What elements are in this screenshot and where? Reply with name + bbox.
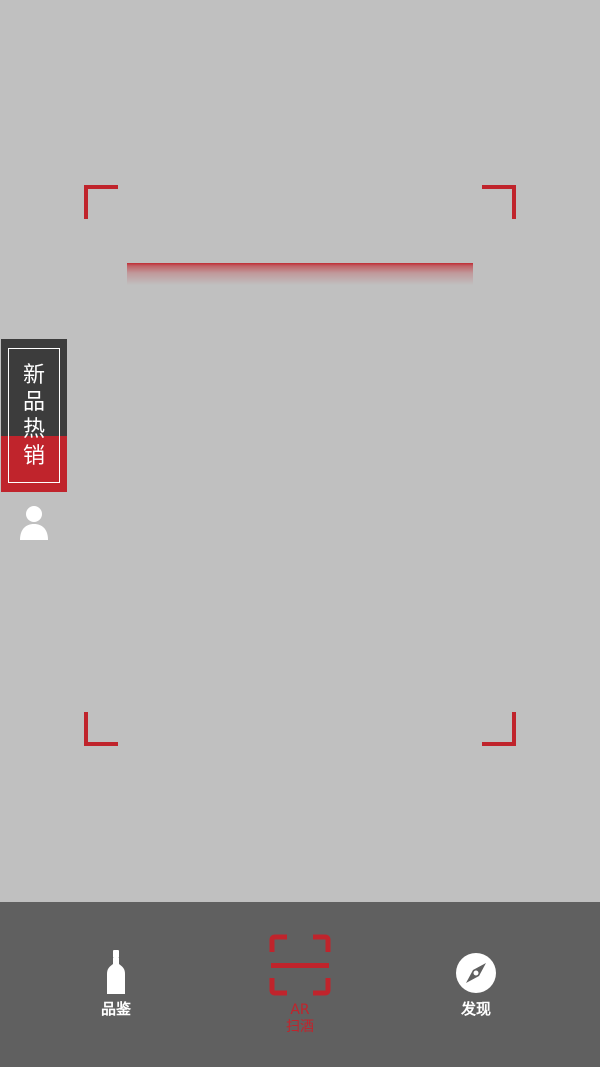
scan-icon [269, 934, 331, 996]
tab-ar-label: AR 扫酒 [255, 1002, 345, 1036]
tab-ar-label-line2: 扫酒 [286, 1019, 314, 1035]
scan-frame-corner-bottom-right [482, 712, 516, 746]
bottle-icon [107, 950, 125, 994]
scan-frame-corner-bottom-left [84, 712, 118, 746]
tab-ar-scan[interactable]: AR 扫酒 [255, 934, 345, 1036]
tab-ar-label-line1: AR [290, 1002, 310, 1018]
user-profile-icon[interactable] [18, 505, 50, 541]
tab-faxian-label: 发现 [460, 1000, 491, 1018]
scan-line [127, 263, 473, 285]
new-products-hot-sale-button[interactable]: 新品热销 [1, 339, 67, 492]
tab-faxian[interactable]: 发现 [436, 952, 516, 1018]
tab-pinjian[interactable]: 品鉴 [76, 950, 156, 1018]
scan-frame-corner-top-left [84, 185, 118, 219]
promo-label: 新品热销 [22, 362, 45, 469]
promo-frame: 新品热销 [8, 348, 60, 483]
scan-frame-corner-top-right [482, 185, 516, 219]
compass-icon [456, 953, 496, 993]
camera-viewfinder [0, 0, 600, 902]
tab-pinjian-label: 品鉴 [100, 1000, 131, 1018]
bottom-tab-bar: 品鉴 AR 扫酒 发现 [0, 902, 600, 1067]
